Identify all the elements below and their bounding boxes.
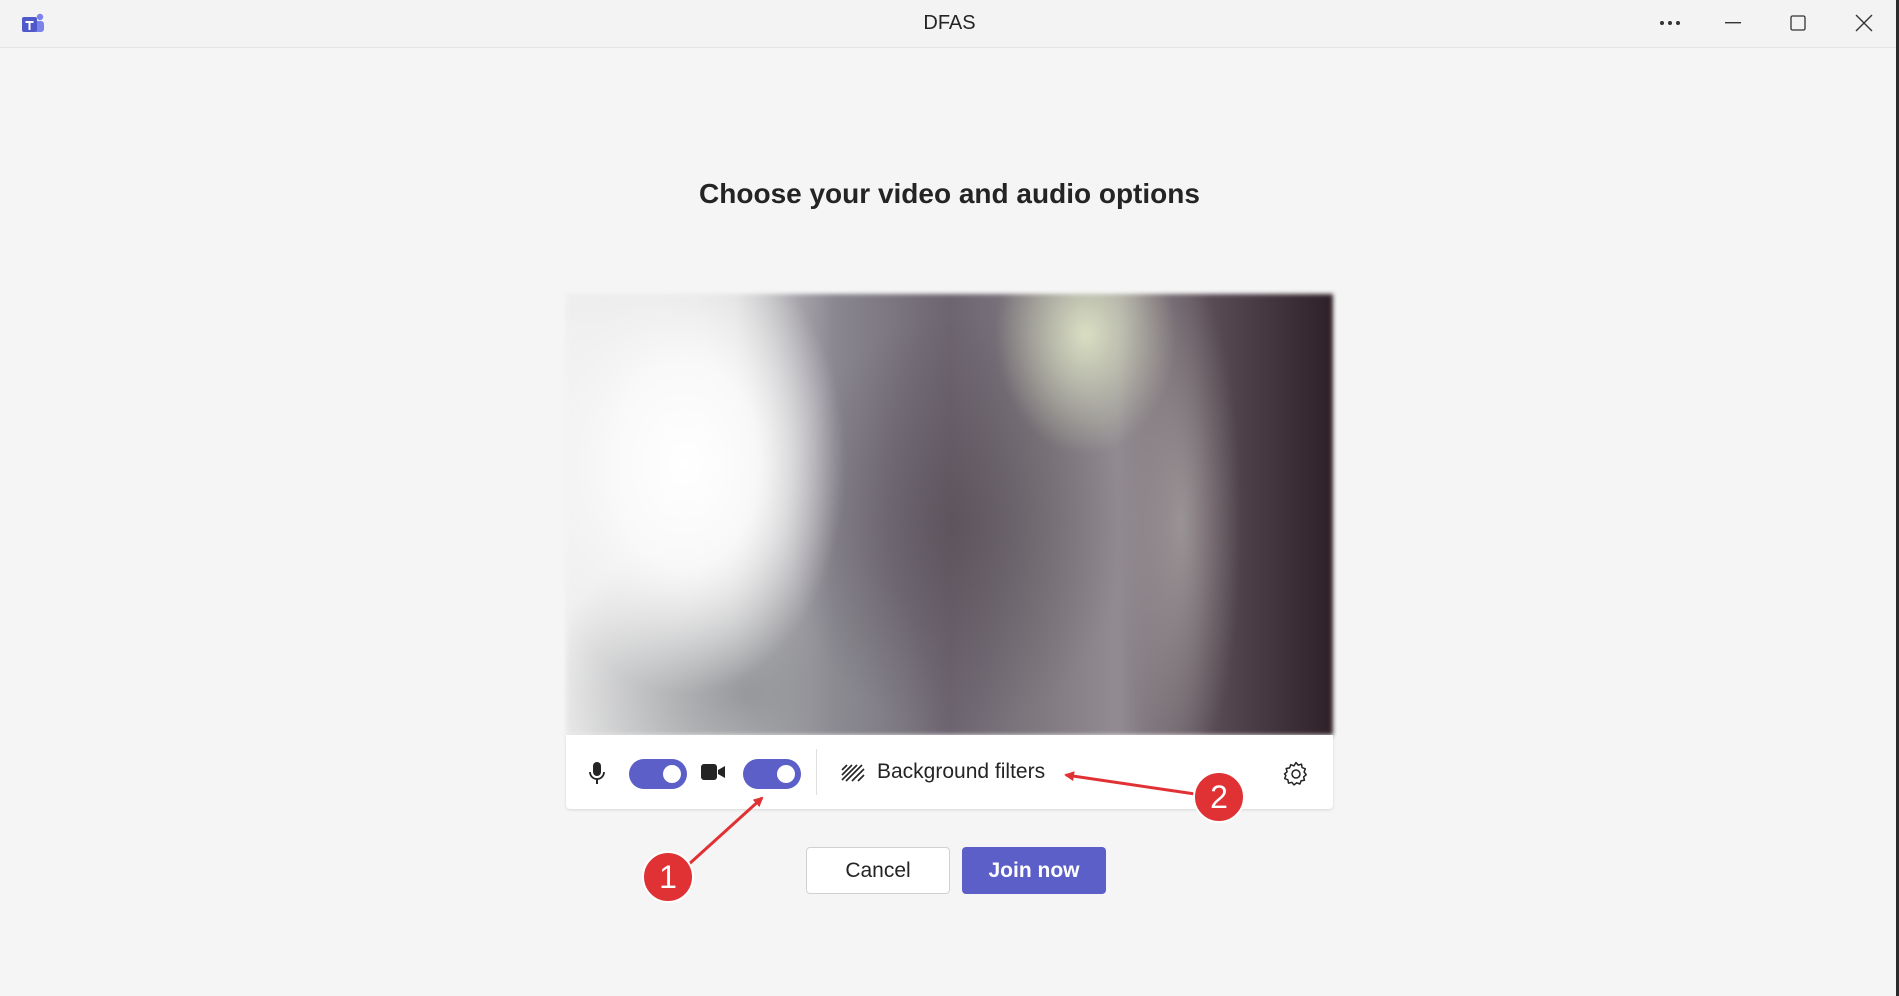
- minimize-button[interactable]: [1703, 0, 1763, 46]
- cancel-button[interactable]: Cancel: [806, 847, 950, 894]
- annotation-marker-1-label: 1: [659, 859, 677, 895]
- microphone-icon: [589, 762, 605, 784]
- toggle-knob: [777, 765, 795, 783]
- maximize-button[interactable]: [1768, 0, 1828, 46]
- settings-gear-icon[interactable]: [1282, 760, 1310, 788]
- minimize-icon: [1725, 22, 1741, 24]
- title-bar: DFAS: [0, 0, 1899, 48]
- close-button[interactable]: [1834, 0, 1894, 46]
- close-icon: [1855, 14, 1873, 32]
- background-effects-icon: [841, 764, 865, 782]
- camera-icon: [701, 764, 725, 780]
- more-horizontal-icon: [1660, 21, 1680, 25]
- more-options-button[interactable]: [1640, 0, 1700, 46]
- maximize-icon: [1790, 15, 1806, 31]
- device-controls-bar: Background filters: [566, 735, 1333, 809]
- background-filters-label: Background filters: [877, 760, 1046, 783]
- controls-divider: [816, 749, 817, 795]
- join-now-button[interactable]: Join now: [962, 847, 1106, 894]
- annotation-marker-1: [642, 851, 694, 903]
- toggle-knob: [663, 765, 681, 783]
- camera-toggle[interactable]: [743, 759, 801, 789]
- page-heading: Choose your video and audio options: [699, 178, 1200, 209]
- video-preview: [566, 294, 1333, 735]
- window-title: DFAS: [923, 12, 976, 34]
- microphone-toggle[interactable]: [629, 759, 687, 789]
